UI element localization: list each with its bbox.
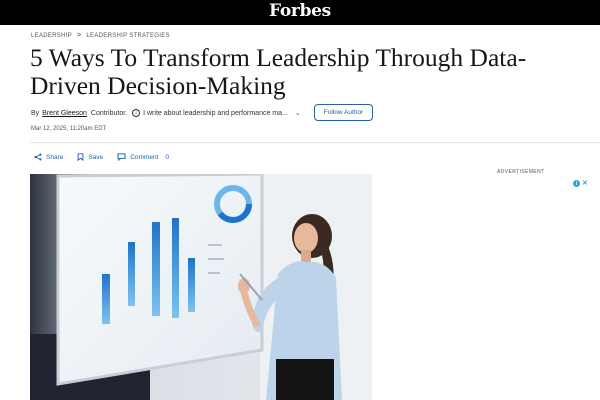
share-button[interactable]: Share <box>34 153 63 161</box>
breadcrumb-section[interactable]: LEADERSHIP <box>31 33 72 39</box>
article-headline: 5 Ways To Transform Leadership Through D… <box>30 43 527 100</box>
byline: By Brent Gleeson Contributor. i I write … <box>31 109 301 117</box>
ad-controls: i ✕ <box>573 180 589 187</box>
hero-image <box>30 174 372 400</box>
adchoices-icon[interactable]: i <box>573 180 580 187</box>
follow-author-button[interactable]: Follow Author <box>314 104 373 121</box>
info-icon[interactable]: i <box>132 109 141 117</box>
breadcrumb: LEADERSHIP > LEADERSHIP STRATEGIES <box>31 32 170 39</box>
bookmark-icon <box>77 153 84 161</box>
comment-button[interactable]: Comment 0 <box>117 153 169 161</box>
comment-count: 0 <box>165 153 169 161</box>
hero-illustration <box>30 174 372 400</box>
comment-icon <box>117 153 126 161</box>
save-label: Save <box>88 153 104 161</box>
breadcrumb-separator: > <box>77 32 82 39</box>
divider <box>30 142 600 143</box>
top-bar: Forbes <box>0 0 600 25</box>
byline-prefix: By <box>31 109 40 117</box>
author-role: Contributor. <box>90 109 128 117</box>
breadcrumb-subsection[interactable]: LEADERSHIP STRATEGIES <box>86 33 169 39</box>
comment-label: Comment <box>130 153 159 161</box>
close-icon[interactable]: ✕ <box>582 180 589 187</box>
forbes-logo[interactable]: Forbes <box>0 1 600 21</box>
author-link[interactable]: Brent Gleeson <box>42 110 87 117</box>
chevron-down-icon[interactable]: ⌄ <box>295 109 301 117</box>
author-bio: I write about leadership and performance… <box>143 109 288 117</box>
share-icon <box>34 153 42 161</box>
advertisement-label: ADVERTISEMENT <box>497 169 545 175</box>
article-actions: Share Save Comment 0 <box>34 153 169 161</box>
publish-date: Mar 12, 2025, 11:20am EDT <box>31 126 107 132</box>
share-label: Share <box>46 153 64 161</box>
save-button[interactable]: Save <box>77 153 103 161</box>
